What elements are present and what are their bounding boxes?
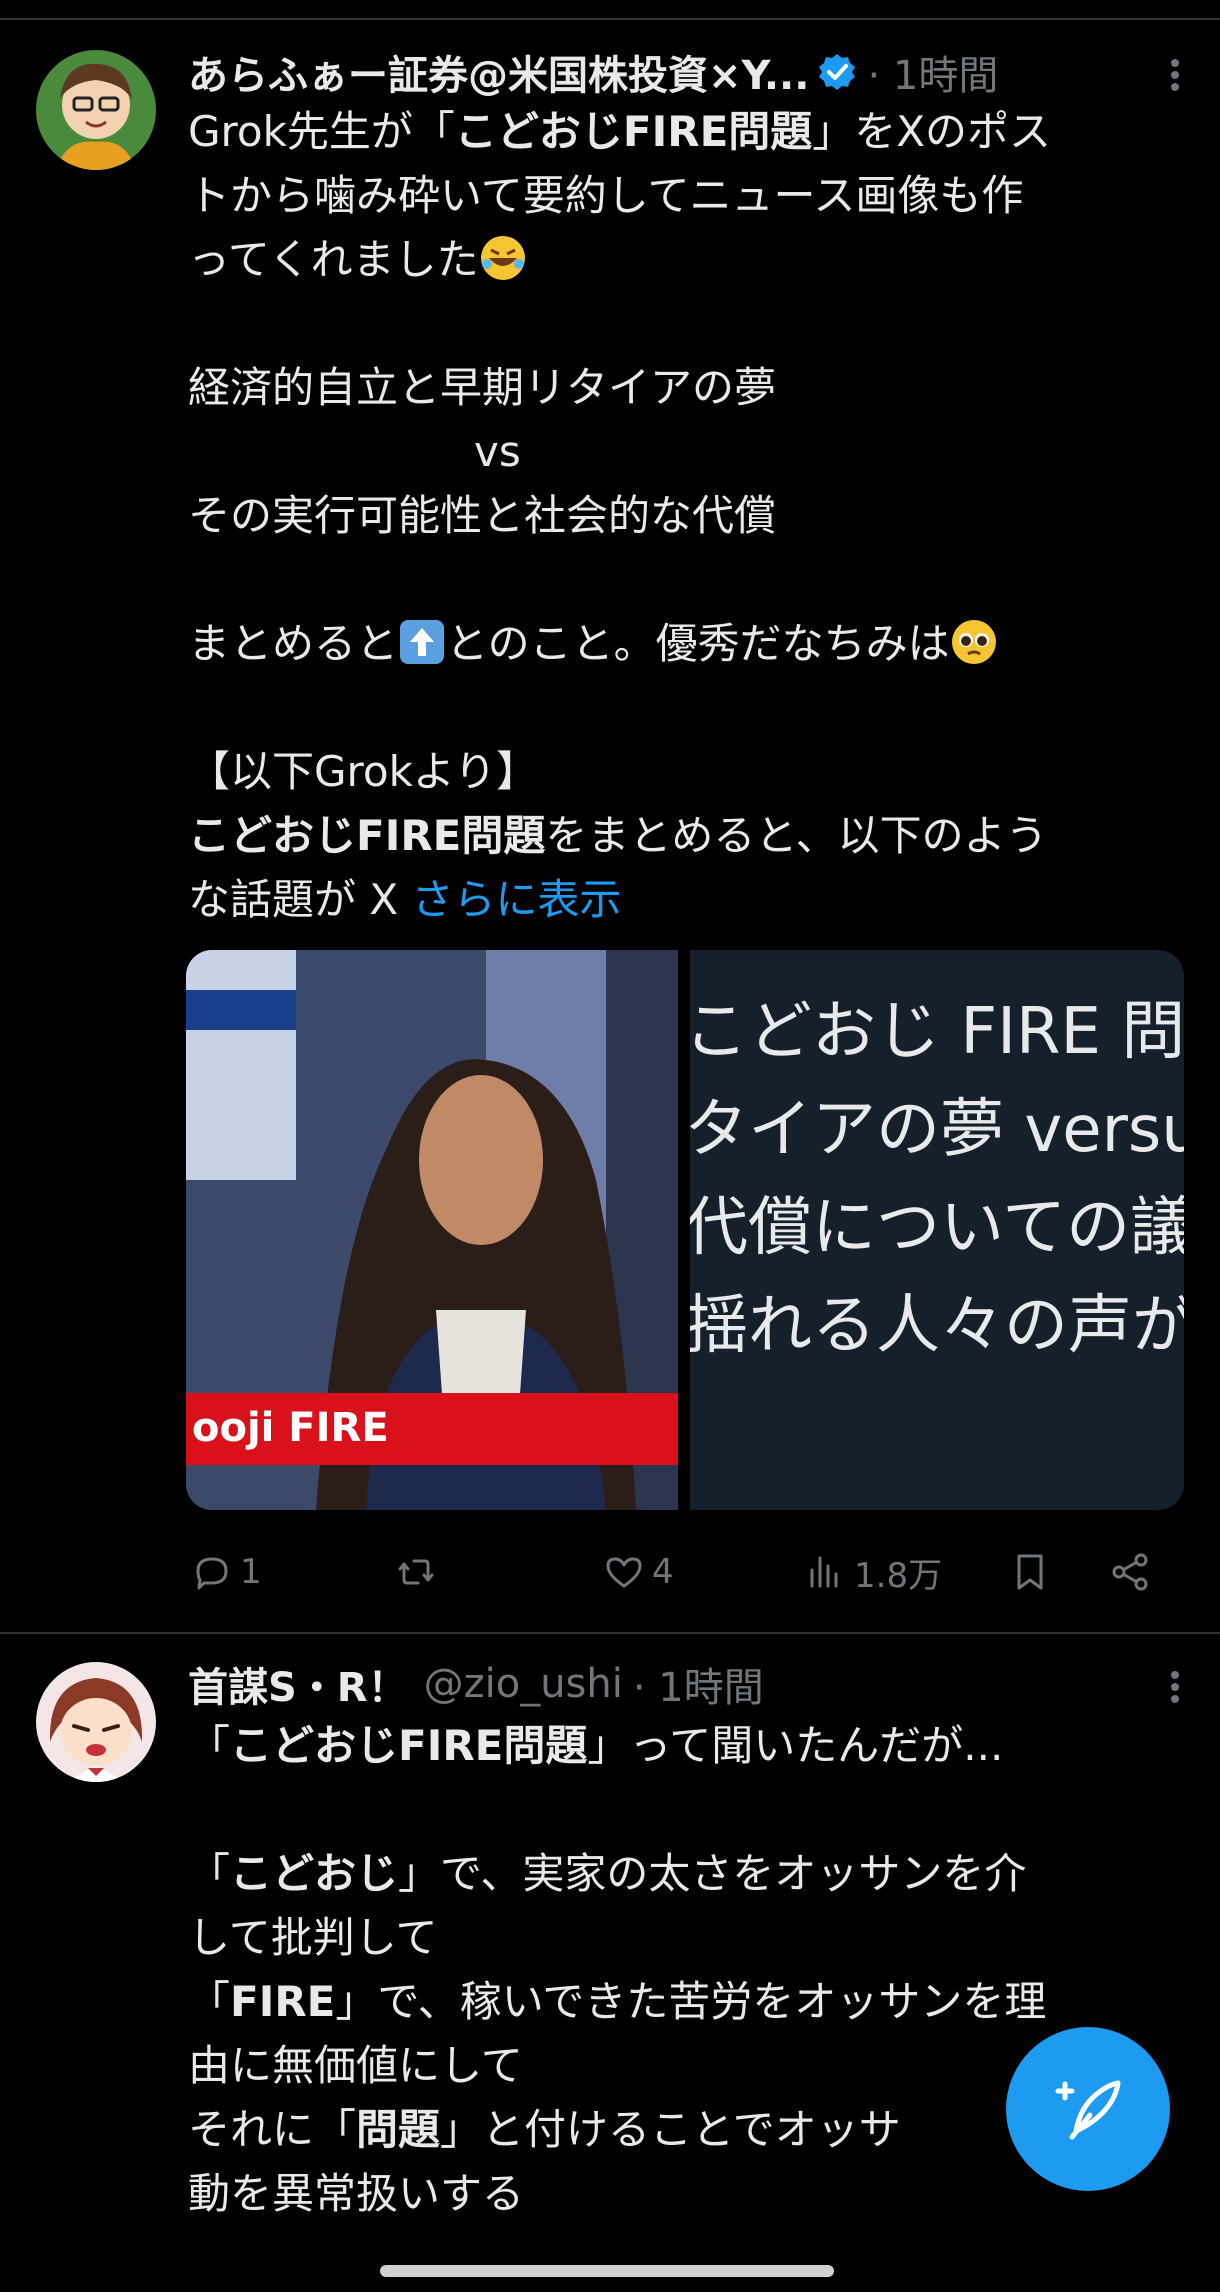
author-name[interactable]: あらふぁー証券@米国株投資×Y... bbox=[188, 43, 809, 101]
text-bold-segment: 問題 bbox=[356, 2105, 441, 2154]
compose-icon bbox=[1055, 2080, 1121, 2140]
reply-count: 1 bbox=[240, 1552, 262, 1592]
reply-icon bbox=[196, 1557, 228, 1590]
rofl-emoji-icon bbox=[479, 234, 527, 282]
like-icon bbox=[606, 1557, 642, 1588]
tweet-header: あらふぁー証券@米国株投資×Y... · 1時間 bbox=[188, 44, 1190, 100]
text-segment: な話題が X bbox=[188, 875, 412, 924]
card-text-line: 代償についての議 bbox=[690, 1191, 1184, 1265]
text-line: して批判して bbox=[188, 1913, 438, 1962]
pleading-face-emoji-icon bbox=[950, 618, 998, 666]
retweet-icon bbox=[398, 1559, 434, 1585]
media-grid: ooji FIRE こどおじ FIRE 問 タイアの夢 versu 代償について… bbox=[186, 950, 1184, 1510]
text-line: 【以下Grokより】 bbox=[188, 747, 539, 796]
text-segment: まとめると bbox=[188, 619, 399, 668]
text-bold-segment: こどおじFIRE問題 bbox=[454, 107, 813, 156]
bookmark-button[interactable] bbox=[1008, 1542, 1052, 1602]
avatar[interactable] bbox=[36, 50, 156, 170]
bookmark-icon bbox=[1017, 1554, 1043, 1590]
author-name[interactable]: 首謀S・R！ bbox=[188, 1655, 408, 1713]
action-bar: 1 4 1.8万 bbox=[186, 1542, 1176, 1602]
text-segment: 「 bbox=[188, 1977, 231, 2026]
text-line: トから噛み砕いて要約してニュース画像も作 bbox=[188, 171, 1024, 220]
share-button[interactable] bbox=[1108, 1542, 1152, 1602]
more-icon[interactable] bbox=[1170, 55, 1180, 95]
news-image[interactable]: ooji FIRE bbox=[186, 950, 678, 1510]
text-bold-segment: こどおじFIRE問題 bbox=[188, 811, 546, 860]
tweet[interactable]: 首謀S・R！ @zio_ushi · 1時間 「こどおじFIRE問題」って聞いた… bbox=[0, 1634, 1220, 2292]
home-indicator[interactable] bbox=[380, 2265, 834, 2277]
show-more-link[interactable]: さらに表示 bbox=[411, 875, 621, 924]
verified-badge-icon bbox=[817, 52, 857, 92]
text-segment: それに「 bbox=[188, 2105, 357, 2154]
text-segment: をまとめると、以下のよう bbox=[545, 811, 1048, 860]
text-segment: 」と付けることでオッサ bbox=[440, 2105, 901, 2154]
tweet-time[interactable]: · 1時間 bbox=[633, 1655, 764, 1713]
text-line: vs bbox=[474, 427, 521, 476]
tweet-header: 首謀S・R！ @zio_ushi · 1時間 bbox=[188, 1656, 1190, 1712]
more-icon[interactable] bbox=[1170, 1667, 1180, 1707]
like-button[interactable]: 4 bbox=[602, 1542, 674, 1602]
text-segment: 」って聞いたんだが... bbox=[587, 1721, 1004, 1770]
card-text-line: タイアの夢 versu bbox=[690, 1093, 1184, 1167]
text-segment: ってくれました bbox=[188, 235, 479, 284]
news-banner-text: ooji FIRE bbox=[192, 1405, 389, 1451]
tweet[interactable]: あらふぁー証券@米国株投資×Y... · 1時間 Grok先生が「こどおじFIR… bbox=[0, 0, 1220, 1630]
views-button[interactable]: 1.8万 bbox=[804, 1542, 942, 1602]
up-arrow-emoji-icon bbox=[398, 618, 446, 666]
author-handle[interactable]: @zio_ushi bbox=[424, 1661, 623, 1707]
text-segment: 」をXのポス bbox=[812, 107, 1052, 156]
share-icon bbox=[1112, 1553, 1148, 1591]
reply-button[interactable]: 1 bbox=[190, 1542, 262, 1602]
card-text-line: 揺れる人々の声が bbox=[690, 1289, 1184, 1363]
tweet-text: Grok先生が「こどおじFIRE問題」をXのポス トから噛み砕いて要約してニュー… bbox=[188, 100, 1180, 932]
text-segment: 」で、実家の太さをオッサンを介 bbox=[398, 1849, 1027, 1898]
text-segment: 「 bbox=[188, 1849, 231, 1898]
views-count: 1.8万 bbox=[854, 1555, 943, 1596]
text-segment: とのこと。優秀だなちみは bbox=[446, 619, 950, 668]
text-line: その実行可能性と社会的な代償 bbox=[188, 491, 777, 540]
text-bold-segment: こどおじ bbox=[230, 1849, 399, 1898]
text-bold-segment: FIRE bbox=[230, 1977, 336, 2026]
retweet-button[interactable] bbox=[394, 1542, 438, 1602]
avatar[interactable] bbox=[36, 1662, 156, 1782]
like-count: 4 bbox=[652, 1552, 674, 1592]
compose-button[interactable] bbox=[1006, 2027, 1170, 2191]
card-text-line: こどおじ FIRE 問 bbox=[690, 995, 1184, 1069]
text-segment: 「 bbox=[188, 1721, 231, 1770]
text-card-image[interactable]: こどおじ FIRE 問 タイアの夢 versu 代償についての議 揺れる人々の声… bbox=[690, 950, 1184, 1510]
text-line: 経済的自立と早期リタイアの夢 bbox=[188, 363, 777, 412]
text-segment: 」で、稼いできた苦労をオッサンを理 bbox=[335, 1977, 1047, 2026]
text-segment: Grok先生が「 bbox=[188, 107, 455, 156]
views-icon bbox=[810, 1556, 838, 1588]
tweet-time[interactable]: · 1時間 bbox=[867, 43, 998, 101]
text-line: 動を異常扱いする bbox=[188, 2169, 525, 2218]
text-bold-segment: こどおじFIRE問題 bbox=[230, 1721, 588, 1770]
